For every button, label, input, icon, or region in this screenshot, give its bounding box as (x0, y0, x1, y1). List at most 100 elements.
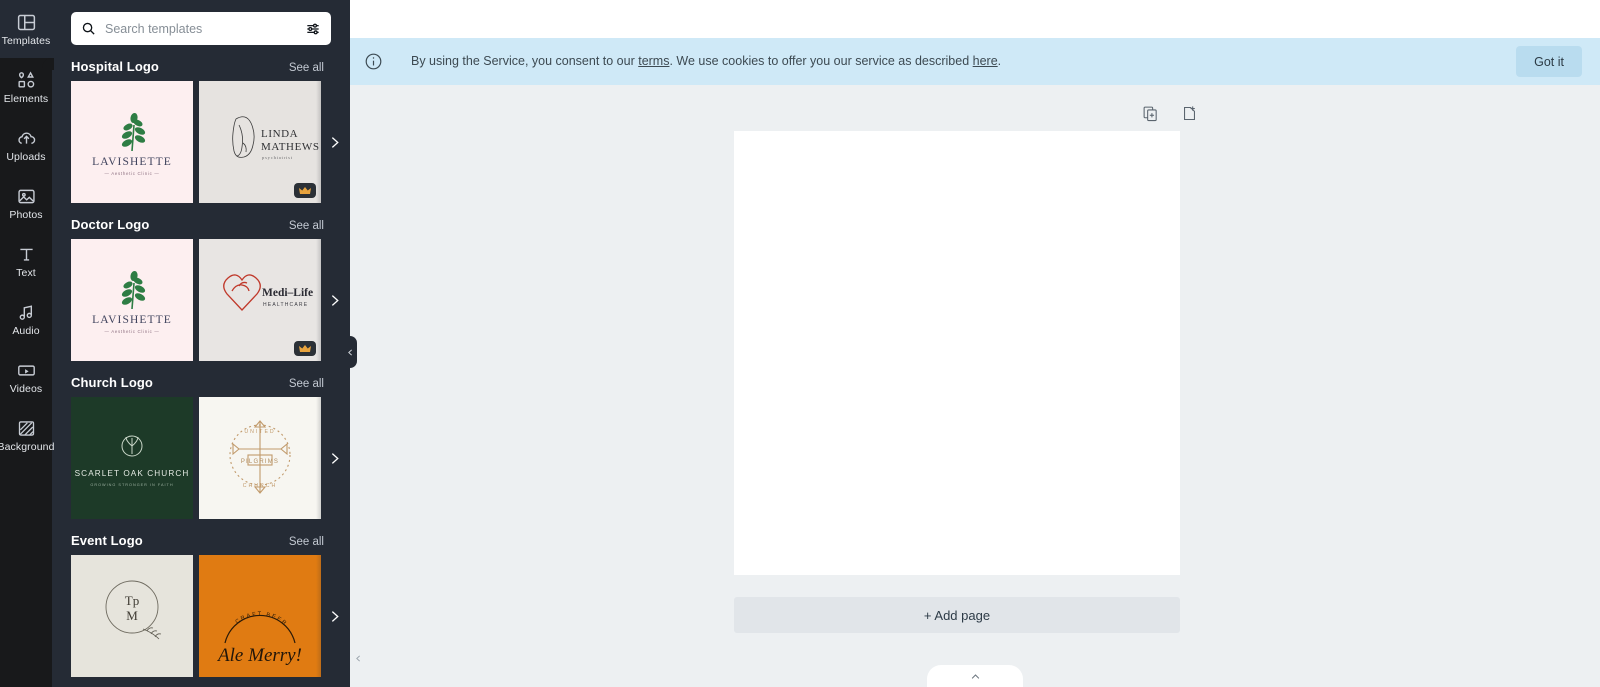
sidebar-label-background: Background (0, 440, 55, 453)
template-carousel: LAVISHETTE — Aesthetic Clinic — LINDA MA… (52, 81, 350, 203)
templates-icon (16, 12, 37, 33)
left-icon-rail: Templates Elements Uploads Photos Text A… (0, 0, 55, 687)
template-row: LAVISHETTE — Aesthetic Clinic — Medi–Lif… (71, 239, 350, 361)
audio-icon (16, 302, 37, 323)
panel-collapse-handle[interactable] (344, 336, 357, 368)
duplicate-page-icon[interactable] (1142, 105, 1159, 122)
template-section-church-logo: Church Logo See all SCARLET OAK CHURCH G… (52, 375, 350, 519)
svg-text:CHURCH: CHURCH (243, 483, 277, 489)
page-tools (350, 105, 1600, 122)
svg-text:HEALTHCARE: HEALTHCARE (263, 302, 308, 308)
template-carousel: Tp M CRAFT BEER Ale Merry! (52, 555, 350, 677)
workspace-collapse-handle[interactable] (354, 651, 363, 665)
got-it-button[interactable]: Got it (1516, 46, 1582, 77)
here-link[interactable]: here (973, 54, 998, 68)
svg-text:GROWING STRONGER IN FAITH: GROWING STRONGER IN FAITH (90, 483, 173, 487)
sidebar-label-audio: Audio (12, 324, 40, 337)
template-section-event-logo: Event Logo See all Tp M CRAFT BEER Ale M… (52, 533, 350, 677)
text-icon (16, 244, 37, 265)
editor-main: By using the Service, you consent to our… (350, 0, 1600, 687)
photos-icon (16, 186, 37, 207)
svg-text:psychiatrist: psychiatrist (262, 155, 293, 160)
carousel-next-button-event-logo[interactable] (322, 603, 346, 629)
template-section-hospital-logo: Hospital Logo See all LAVISHETTE — Aesth… (52, 59, 350, 203)
template-card-linda-mathews[interactable]: LINDA MATHEWS psychiatrist (199, 81, 321, 203)
sidebar-label-uploads: Uploads (6, 150, 46, 163)
template-card-tpm-monogram[interactable]: Tp M (71, 555, 193, 677)
template-card-ale-merry[interactable]: CRAFT BEER Ale Merry! (199, 555, 321, 677)
cookie-consent-text: By using the Service, you consent to our… (411, 53, 1516, 70)
section-title: Doctor Logo (71, 217, 150, 232)
section-header: Event Logo See all (52, 533, 350, 548)
sidebar-item-background[interactable]: Background (0, 406, 55, 464)
background-icon (16, 418, 37, 439)
uploads-icon (16, 128, 37, 149)
bottom-panel-expand-tab[interactable] (927, 665, 1023, 687)
videos-icon (16, 360, 37, 381)
template-card-lavishette[interactable]: LAVISHETTE — Aesthetic Clinic — (71, 81, 193, 203)
info-icon (364, 52, 383, 71)
template-row: LAVISHETTE — Aesthetic Clinic — LINDA MA… (71, 81, 350, 203)
svg-text:— Aesthetic Clinic —: — Aesthetic Clinic — (105, 171, 160, 176)
see-all-link-hospital-logo[interactable]: See all (289, 62, 324, 74)
svg-text:PILGRIMS: PILGRIMS (241, 459, 279, 465)
canvas-workspace: + Add page (350, 85, 1600, 687)
sidebar-label-photos: Photos (9, 208, 43, 221)
templates-panel: Hospital Logo See all (52, 0, 350, 687)
sidebar-item-uploads[interactable]: Uploads (0, 116, 52, 174)
svg-text:LINDA: LINDA (261, 128, 298, 140)
sidebar-item-audio[interactable]: Audio (0, 290, 52, 348)
sidebar-label-text: Text (16, 266, 36, 279)
template-carousel: LAVISHETTE — Aesthetic Clinic — Medi–Lif… (52, 239, 350, 361)
sidebar-label-templates: Templates (1, 34, 51, 47)
top-toolbar-strip (350, 0, 1600, 38)
section-header: Hospital Logo See all (52, 59, 350, 74)
svg-text:MATHEWS: MATHEWS (261, 141, 320, 153)
template-card-scarlet-oak-church[interactable]: SCARLET OAK CHURCH GROWING STRONGER IN F… (71, 397, 193, 519)
section-title: Hospital Logo (71, 59, 159, 74)
cookie-text-before: By using the Service, you consent to our (411, 54, 639, 68)
carousel-next-button-hospital-logo[interactable] (322, 129, 346, 155)
add-page-icon[interactable] (1181, 105, 1198, 122)
sidebar-item-photos[interactable]: Photos (0, 174, 52, 232)
search-box[interactable] (71, 12, 331, 45)
see-all-link-event-logo[interactable]: See all (289, 536, 324, 548)
template-card-medi-life[interactable]: Medi–Life HEALTHCARE (199, 239, 321, 361)
search-input[interactable] (96, 13, 305, 44)
svg-text:SCARLET OAK CHURCH: SCARLET OAK CHURCH (75, 469, 190, 478)
svg-text:Medi–Life: Medi–Life (262, 287, 313, 299)
see-all-link-church-logo[interactable]: See all (289, 378, 324, 390)
svg-text:UNITED: UNITED (244, 429, 275, 435)
carousel-next-button-church-logo[interactable] (322, 445, 346, 471)
section-title: Event Logo (71, 533, 143, 548)
sidebar-label-elements: Elements (3, 92, 49, 105)
design-canvas[interactable] (734, 131, 1180, 575)
carousel-next-button-doctor-logo[interactable] (322, 287, 346, 313)
section-header: Doctor Logo See all (52, 217, 350, 232)
svg-text:CRAFT BEER: CRAFT BEER (235, 611, 289, 627)
add-page-button[interactable]: + Add page (734, 597, 1180, 633)
see-all-link-doctor-logo[interactable]: See all (289, 220, 324, 232)
terms-link[interactable]: terms (638, 54, 669, 68)
svg-text:M: M (126, 608, 138, 623)
cookie-consent-banner: By using the Service, you consent to our… (350, 38, 1600, 85)
search-icon (81, 21, 96, 36)
template-card-lavishette[interactable]: LAVISHETTE — Aesthetic Clinic — (71, 239, 193, 361)
svg-text:LAVISHETTE: LAVISHETTE (92, 314, 172, 326)
elements-icon (16, 70, 37, 91)
svg-text:Ale Merry!: Ale Merry! (216, 645, 302, 666)
section-header: Church Logo See all (52, 375, 350, 390)
svg-text:— Aesthetic Clinic —: — Aesthetic Clinic — (105, 329, 160, 334)
sidebar-label-videos: Videos (9, 382, 43, 395)
template-carousel: SCARLET OAK CHURCH GROWING STRONGER IN F… (52, 397, 350, 519)
sidebar-item-videos[interactable]: Videos (0, 348, 52, 406)
cookie-text-after: . (997, 54, 1002, 68)
template-row: SCARLET OAK CHURCH GROWING STRONGER IN F… (71, 397, 350, 519)
search-area (52, 0, 350, 45)
sidebar-item-templates[interactable]: Templates (0, 0, 52, 58)
svg-text:Tp: Tp (125, 593, 139, 608)
sidebar-item-elements[interactable]: Elements (0, 58, 52, 116)
sidebar-item-text[interactable]: Text (0, 232, 52, 290)
template-card-united-pilgrims-church[interactable]: UNITED PILGRIMS CHURCH (199, 397, 321, 519)
filter-sliders-icon[interactable] (305, 21, 321, 37)
